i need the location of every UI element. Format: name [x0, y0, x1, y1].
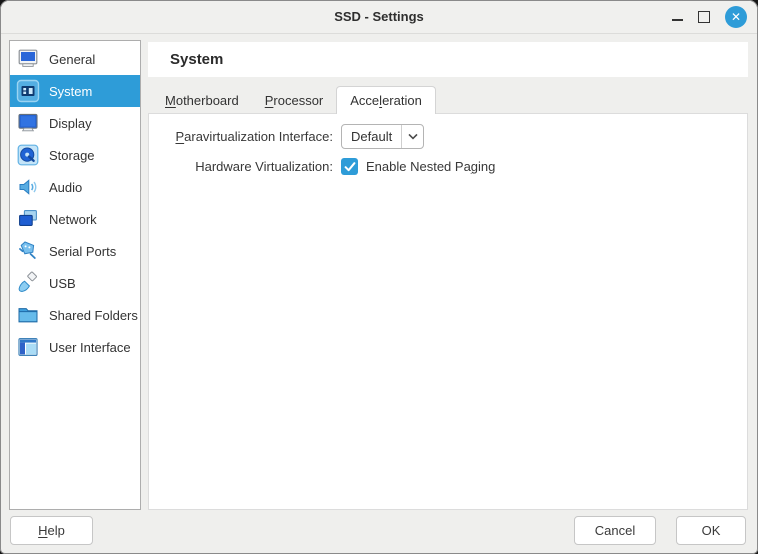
tab-motherboard[interactable]: Motherboard: [152, 86, 252, 114]
check-icon: [344, 162, 356, 172]
sidebar-item-label: Display: [49, 116, 92, 131]
close-button[interactable]: ✕: [725, 6, 747, 28]
sidebar-item-label: System: [49, 84, 92, 99]
hardware-virtualization-row: Hardware Virtualization: Enable Nested P…: [149, 158, 747, 175]
sidebar-item-label: Shared Folders: [49, 308, 138, 323]
settings-sidebar: General System Display Storage Audio Net…: [9, 40, 141, 510]
sidebar-item-display[interactable]: Display: [10, 107, 140, 139]
paravirtualization-label: Paravirtualization Interface:: [149, 129, 341, 144]
hardware-virtualization-label: Hardware Virtualization:: [149, 159, 341, 174]
acceleration-panel: Paravirtualization Interface: Default Ha…: [148, 113, 748, 510]
paravirtualization-row: Paravirtualization Interface: Default: [149, 124, 747, 149]
sidebar-item-audio[interactable]: Audio: [10, 171, 140, 203]
shared-folders-icon: [16, 303, 40, 327]
sidebar-item-label: General: [49, 52, 95, 67]
storage-icon: [16, 143, 40, 167]
sidebar-item-label: Storage: [49, 148, 95, 163]
system-icon: [16, 79, 40, 103]
sidebar-item-label: Audio: [49, 180, 82, 195]
sidebar-item-serial-ports[interactable]: Serial Ports: [10, 235, 140, 267]
close-icon: ✕: [731, 10, 741, 24]
sidebar-item-usb[interactable]: USB: [10, 267, 140, 299]
minimize-button[interactable]: [672, 13, 683, 21]
audio-icon: [16, 175, 40, 199]
tab-processor[interactable]: Processor: [252, 86, 337, 114]
titlebar: SSD - Settings ✕: [1, 1, 757, 34]
paravirtualization-value: Default: [342, 125, 401, 148]
minimize-icon: [672, 19, 683, 21]
tab-acceleration[interactable]: Acceleration: [336, 86, 436, 114]
help-button[interactable]: Help: [10, 516, 93, 545]
maximize-icon: [698, 11, 710, 23]
window-controls: ✕: [672, 1, 747, 33]
sidebar-item-label: Serial Ports: [49, 244, 116, 259]
general-icon: [16, 47, 40, 71]
sidebar-item-system[interactable]: System: [10, 75, 140, 107]
sidebar-item-user-interface[interactable]: User Interface: [10, 331, 140, 363]
user-interface-icon: [16, 335, 40, 359]
sidebar-item-network[interactable]: Network: [10, 203, 140, 235]
usb-icon: [16, 271, 40, 295]
sidebar-item-general[interactable]: General: [10, 43, 140, 75]
maximize-button[interactable]: [698, 11, 710, 23]
sidebar-item-label: User Interface: [49, 340, 131, 355]
paravirtualization-dropdown[interactable]: Default: [341, 124, 424, 149]
serial-ports-icon: [16, 239, 40, 263]
sidebar-item-label: USB: [49, 276, 76, 291]
network-icon: [16, 207, 40, 231]
page-header: System: [148, 42, 748, 77]
nested-paging-checkbox[interactable]: [341, 158, 358, 175]
sidebar-item-label: Network: [49, 212, 97, 227]
ok-button[interactable]: OK: [676, 516, 746, 545]
display-icon: [16, 111, 40, 135]
window-title: SSD - Settings: [1, 1, 757, 33]
sidebar-item-shared-folders[interactable]: Shared Folders: [10, 299, 140, 331]
nested-paging-checkbox-label[interactable]: Enable Nested Paging: [366, 159, 495, 174]
chevron-down-icon: [402, 125, 423, 148]
system-tabs: Motherboard Processor Acceleration: [152, 86, 436, 114]
sidebar-item-storage[interactable]: Storage: [10, 139, 140, 171]
page-title: System: [170, 51, 223, 68]
settings-window: SSD - Settings ✕ General System Display …: [0, 0, 758, 554]
cancel-button[interactable]: Cancel: [574, 516, 656, 545]
